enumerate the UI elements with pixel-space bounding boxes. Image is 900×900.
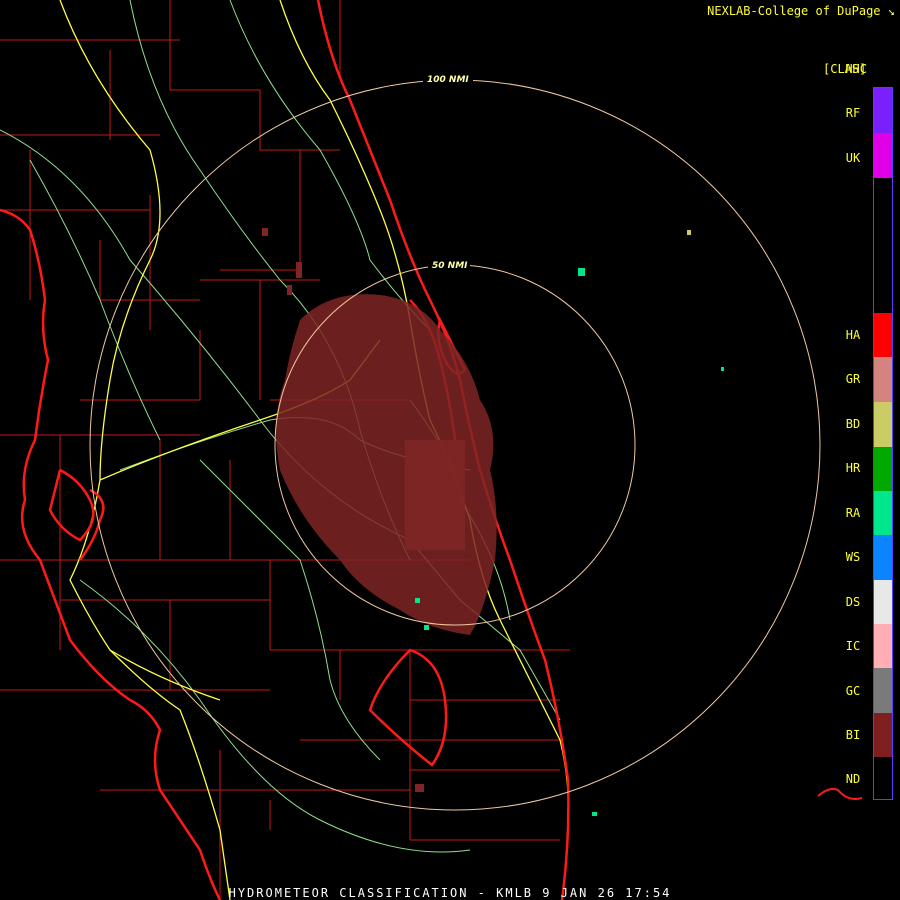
cursor-icon: ↘ <box>887 4 895 18</box>
radar-map: 100 NMI 50 NMI <box>0 0 863 900</box>
legend-swatch-gr <box>874 357 892 402</box>
legend-label-gc: GC <box>845 684 861 698</box>
legend-swatch-bd <box>874 402 892 447</box>
legend-swatch-uk <box>874 133 892 178</box>
legend-label-hr: HR <box>845 461 861 475</box>
legend-label-ha: HA <box>845 328 861 342</box>
legend-label-gr: GR <box>845 372 861 386</box>
legend-swatch-ic <box>874 624 892 668</box>
legend-subtitle: [CLAS] <box>823 62 867 76</box>
credit-text: NEXLAB-College of DuPage ↘ <box>707 4 895 18</box>
legend-swatch-ra <box>874 491 892 535</box>
unknown-echo <box>687 230 691 235</box>
legend-swatch-rf <box>874 88 892 133</box>
legend-swatch-hr <box>874 447 892 491</box>
legend-label-ws: WS <box>845 550 861 564</box>
legend-swatch-ha <box>874 313 892 357</box>
legend-label-rf: RF <box>845 106 861 120</box>
ring-label-100: 100 NMI <box>427 75 469 85</box>
legend-color-bar <box>873 87 893 800</box>
legend-swatch-nd <box>874 757 892 799</box>
legend-swatch-ds <box>874 580 892 624</box>
legend-label-ds: DS <box>845 595 861 609</box>
legend-swatch-bi <box>874 713 892 757</box>
legend-label-ic: IC <box>845 639 861 653</box>
legend-swatch-ws <box>874 535 892 580</box>
legend-label-uk: UK <box>845 151 861 165</box>
legend-label-nd: ND <box>845 772 861 786</box>
legend-label-bi: BI <box>845 728 861 742</box>
legend-label-bd: BD <box>845 417 861 431</box>
product-title: HYDROMETEOR CLASSIFICATION - KMLB 9 JAN … <box>228 886 672 900</box>
credit-label: NEXLAB-College of DuPage <box>707 4 881 18</box>
legend-swatch-gc <box>874 668 892 713</box>
radar-echo-region <box>262 228 497 792</box>
legend-label-ra: RA <box>845 506 861 520</box>
ring-label-50: 50 NMI <box>432 261 468 271</box>
